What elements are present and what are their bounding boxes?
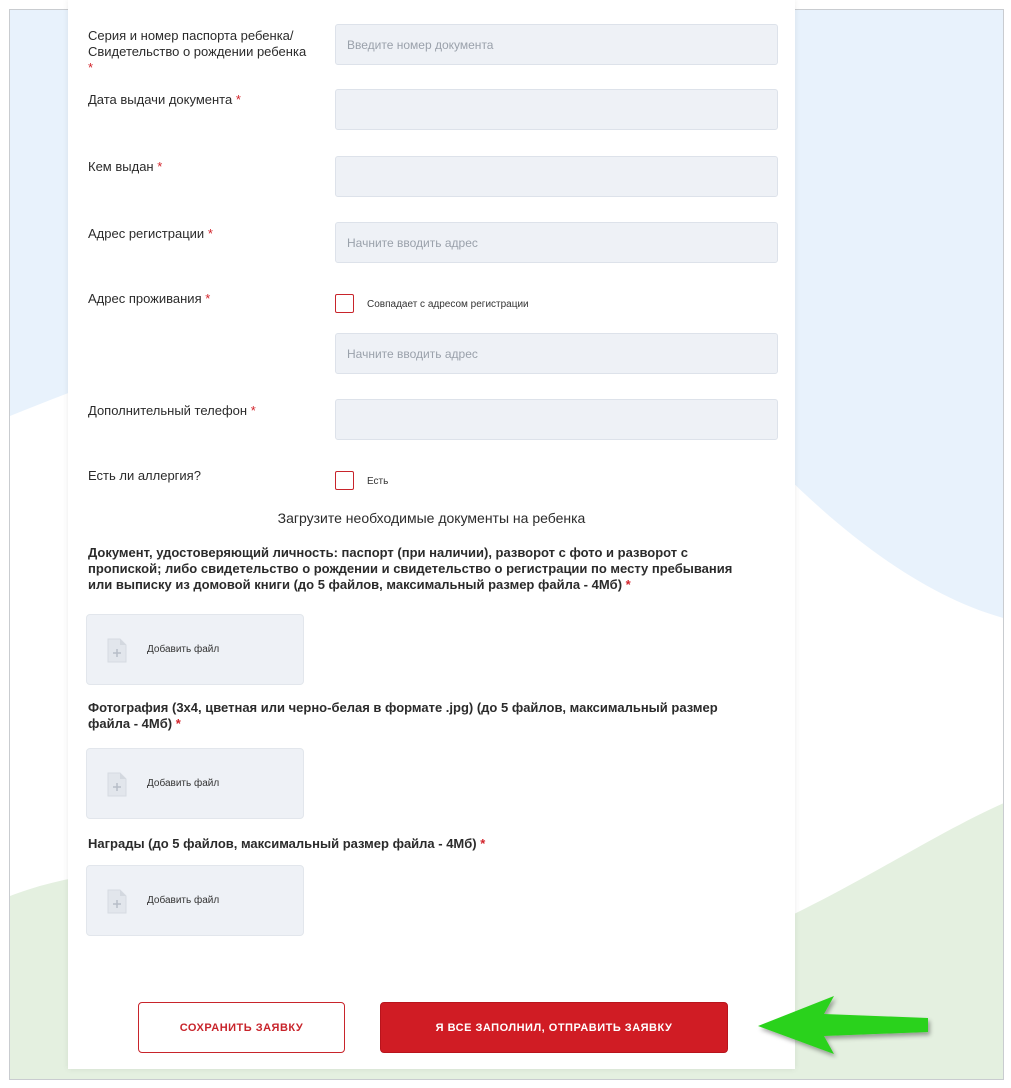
photo-label-line1: Фотография (3х4, цветная или черно-белая… bbox=[88, 700, 718, 715]
identity-document-upload-button[interactable]: Добавить файл bbox=[86, 614, 304, 685]
required-mark: * bbox=[88, 60, 94, 75]
frame-border-bottom bbox=[9, 1079, 1004, 1080]
issued-by-label: Кем выдан * bbox=[88, 159, 162, 175]
photo-label-line2: файла - 4Мб) bbox=[88, 716, 173, 731]
frame-border-left bbox=[9, 9, 10, 1080]
allergy-label: Есть ли аллергия? bbox=[88, 468, 201, 483]
awards-label-text: Награды (до 5 файлов, максимальный разме… bbox=[88, 836, 477, 851]
required-mark: * bbox=[207, 226, 213, 241]
issue-date-label: Дата выдачи документа * bbox=[88, 92, 241, 108]
frame-left bbox=[0, 0, 9, 1088]
add-file-label: Добавить файл bbox=[147, 778, 220, 789]
photo-label: Фотография (3х4, цветная или черно-белая… bbox=[88, 700, 778, 732]
issued-by-input[interactable] bbox=[335, 156, 778, 197]
file-plus-icon bbox=[107, 772, 127, 797]
required-mark: * bbox=[157, 159, 163, 174]
live-address-label: Адрес проживания * bbox=[88, 291, 210, 307]
required-mark: * bbox=[175, 716, 181, 731]
frame-bottom bbox=[0, 1080, 1011, 1088]
allergy-checkbox[interactable] bbox=[335, 471, 354, 490]
identity-document-label: Документ, удостоверяющий личность: паспо… bbox=[88, 545, 778, 593]
required-mark: * bbox=[235, 92, 241, 107]
passport-label: Серия и номер паспорта ребенка/ Свидетел… bbox=[88, 28, 306, 76]
uploads-section-title: Загрузите необходимые документы на ребен… bbox=[277, 510, 586, 526]
allergy-checkbox-label[interactable]: Есть bbox=[367, 476, 388, 488]
passport-label-line1: Серия и номер паспорта ребенка/ bbox=[88, 28, 294, 43]
awards-label: Награды (до 5 файлов, максимальный разме… bbox=[88, 836, 778, 852]
identity-document-label-line3: или выписку из домовой книги (до 5 файло… bbox=[88, 577, 623, 592]
extra-phone-label-text: Дополнительный телефон bbox=[88, 403, 248, 418]
photo-upload-button[interactable]: Добавить файл bbox=[86, 748, 304, 819]
same-as-registration-label[interactable]: Совпадает с адресом регистрации bbox=[367, 299, 529, 311]
same-as-registration-checkbox[interactable] bbox=[335, 294, 354, 313]
required-mark: * bbox=[625, 577, 631, 592]
awards-upload-button[interactable]: Добавить файл bbox=[86, 865, 304, 936]
reg-address-input[interactable] bbox=[335, 222, 778, 263]
reg-address-label: Адрес регистрации * bbox=[88, 226, 213, 242]
required-mark: * bbox=[480, 836, 486, 851]
issue-date-input[interactable] bbox=[335, 89, 778, 130]
live-address-input[interactable] bbox=[335, 333, 778, 374]
frame-border-right bbox=[1003, 9, 1004, 1080]
green-arrow-icon bbox=[758, 996, 928, 1054]
add-file-label: Добавить файл bbox=[147, 644, 220, 655]
application-form-card: Серия и номер паспорта ребенка/ Свидетел… bbox=[68, 0, 795, 1069]
passport-number-input[interactable] bbox=[335, 24, 778, 65]
frame-right bbox=[1004, 0, 1011, 1088]
identity-document-label-line2: пропиской; либо свидетельство о рождении… bbox=[88, 561, 733, 576]
add-file-label: Добавить файл bbox=[147, 895, 220, 906]
issue-date-label-text: Дата выдачи документа bbox=[88, 92, 233, 107]
extra-phone-input[interactable] bbox=[335, 399, 778, 440]
save-application-button[interactable]: СОХРАНИТЬ ЗАЯВКУ bbox=[138, 1002, 345, 1053]
required-mark: * bbox=[205, 291, 211, 306]
identity-document-label-line1: Документ, удостоверяющий личность: паспо… bbox=[88, 545, 688, 560]
file-plus-icon bbox=[107, 889, 127, 914]
issued-by-label-text: Кем выдан bbox=[88, 159, 154, 174]
file-plus-icon bbox=[107, 638, 127, 663]
submit-application-button[interactable]: Я ВСЕ ЗАПОЛНИЛ, ОТПРАВИТЬ ЗАЯВКУ bbox=[380, 1002, 728, 1053]
reg-address-label-text: Адрес регистрации bbox=[88, 226, 205, 241]
passport-label-line2: Свидетельство о рождении ребенка bbox=[88, 44, 307, 59]
required-mark: * bbox=[250, 403, 256, 418]
live-address-label-text: Адрес проживания bbox=[88, 291, 202, 306]
extra-phone-label: Дополнительный телефон * bbox=[88, 403, 256, 419]
